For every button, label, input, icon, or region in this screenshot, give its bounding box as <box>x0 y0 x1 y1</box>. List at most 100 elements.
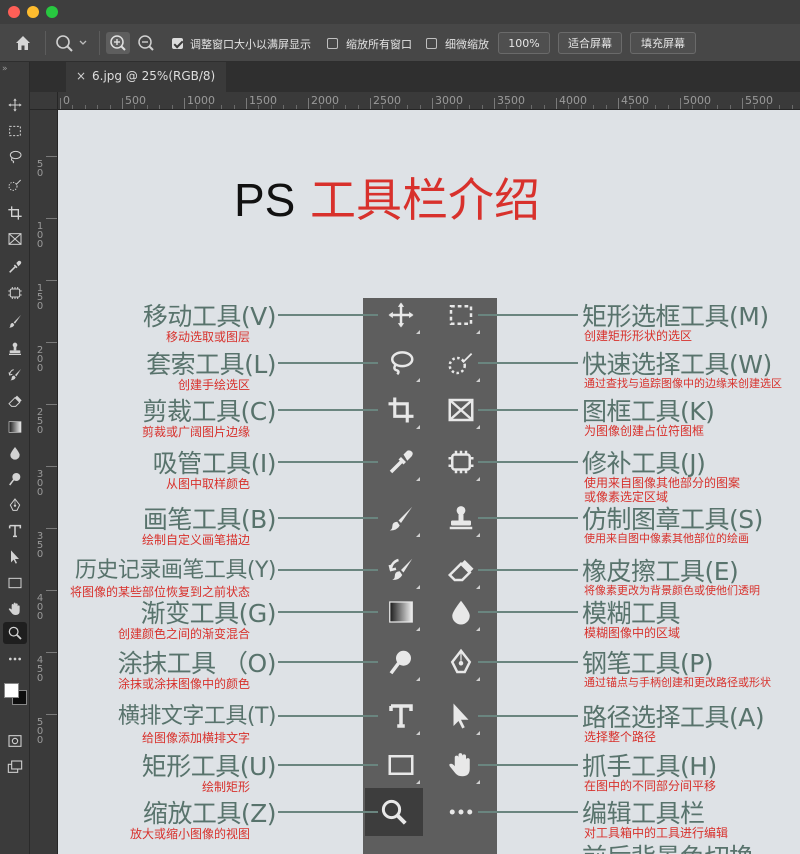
frame-icon[interactable] <box>3 228 27 250</box>
ruler-label: 3500 <box>497 94 525 107</box>
resize-windows-label: 调整窗口大小以满屏显示 <box>190 38 311 51</box>
rectangle-icon <box>381 745 421 785</box>
tool-desc-right: 通过锚点与手柄创建和更改路径或形状 <box>584 676 771 689</box>
connector-line <box>278 461 378 463</box>
quick-mask-icon[interactable] <box>3 730 27 752</box>
marquee-icon[interactable] <box>3 120 27 142</box>
crop-icon[interactable] <box>3 202 27 224</box>
ruler-label: 5 0 0 <box>36 717 44 746</box>
move-icon[interactable] <box>3 94 27 116</box>
pen-icon <box>441 642 481 682</box>
tool-desc-right: 在图中的不同部分间平移 <box>584 779 717 793</box>
resize-windows-checkbox[interactable] <box>172 38 183 49</box>
rectangle-icon[interactable] <box>3 572 27 594</box>
smudge-icon[interactable] <box>3 468 27 490</box>
frame-icon <box>441 390 481 430</box>
scrubby-zoom-checkbox[interactable] <box>426 38 437 49</box>
tool-desc-left: 创建手绘选区 <box>177 378 250 392</box>
zoom-all-checkbox[interactable] <box>327 38 338 49</box>
screen-mode-icon[interactable] <box>3 756 27 778</box>
stamp-icon[interactable] <box>3 338 27 360</box>
lasso-icon[interactable] <box>3 146 27 168</box>
tool-desc-right: 创建矩形形状的选区 <box>584 329 693 343</box>
ruler-tick <box>46 466 57 467</box>
ruler-label: 2 5 0 <box>36 407 44 436</box>
zoom-tool-preset-icon[interactable] <box>54 33 90 53</box>
document-tab-title: 6.jpg @ 25%(RGB/8) <box>92 69 216 83</box>
ruler-tick <box>680 98 681 109</box>
maximize-window-button[interactable] <box>46 6 58 18</box>
pen-icon[interactable] <box>3 494 27 516</box>
ruler-label: 4 0 0 <box>36 593 44 622</box>
tool-desc-left: 创建颜色之间的渐变混合 <box>117 627 250 641</box>
connector-line <box>278 569 378 571</box>
ruler-tick <box>46 590 57 591</box>
crop-icon <box>381 390 421 430</box>
options-bar: 调整窗口大小以满屏显示 缩放所有窗口 细微缩放 100% 适合屏幕 填充屏幕 <box>0 24 800 62</box>
ruler-tick <box>370 98 371 109</box>
type-icon <box>381 696 421 736</box>
type-icon[interactable] <box>3 520 27 542</box>
tool-desc-left: 放大或缩小图像的视图 <box>129 827 250 841</box>
color-swatches[interactable] <box>3 676 29 712</box>
tool-desc-right: 为图像创建占位符图框 <box>584 424 705 438</box>
marquee-icon <box>441 295 481 335</box>
zoom-value-field[interactable]: 100% <box>498 32 550 54</box>
home-icon[interactable] <box>14 34 32 52</box>
document-canvas[interactable]: PS 工具栏介绍 移动工具(V) 移动选取或图层 套索工具(L) 创建手绘选区 剪裁工具… <box>58 110 800 854</box>
ruler-label: 2000 <box>311 94 339 107</box>
patch-icon[interactable] <box>3 282 27 304</box>
ruler-tick <box>46 156 57 157</box>
ruler-tick <box>46 714 57 715</box>
path-select-icon[interactable] <box>3 546 27 568</box>
quick-select-icon <box>441 343 481 383</box>
zoom-icon[interactable] <box>3 622 27 644</box>
ruler-label: 4500 <box>621 94 649 107</box>
eraser-icon[interactable] <box>3 390 27 412</box>
tool-desc-right: 模糊图像中的区域 <box>584 626 681 640</box>
ruler-tick <box>46 652 57 653</box>
connector-line <box>478 811 578 813</box>
zoom-out-icon[interactable] <box>134 32 158 54</box>
ruler-tick <box>46 280 57 281</box>
collapse-chevron-icon[interactable]: » <box>2 64 8 74</box>
more-icon[interactable] <box>3 648 27 670</box>
connector-line <box>278 362 378 364</box>
hand-icon[interactable] <box>3 598 27 620</box>
gradient-icon[interactable] <box>3 416 27 438</box>
ruler-origin[interactable] <box>30 92 58 110</box>
toolbar-illustration <box>363 298 497 854</box>
document-tab[interactable]: × 6.jpg @ 25%(RGB/8) <box>66 62 226 92</box>
tool-desc-right: 通过查找与追踪图像中的边缘来创建选区 <box>584 377 782 390</box>
connector-line <box>478 764 578 766</box>
ruler-label: 3 0 0 <box>36 469 44 498</box>
ruler-label: 3000 <box>435 94 463 107</box>
tool-label-left: 历史记录画笔工具(Y) <box>74 558 277 583</box>
connector-line <box>478 611 578 613</box>
minimize-window-button[interactable] <box>27 6 39 18</box>
history-brush-icon[interactable] <box>3 364 27 386</box>
connector-line <box>478 362 578 364</box>
ruler-label: 1500 <box>249 94 277 107</box>
zoom-in-icon[interactable] <box>106 32 130 54</box>
blur-icon[interactable] <box>3 442 27 464</box>
connector-line <box>278 661 378 663</box>
ruler-label: 1 5 0 <box>36 283 44 312</box>
tool-desc-left: 给图像添加横排文字 <box>141 731 250 745</box>
ruler-label: 2 0 0 <box>36 345 44 374</box>
horizontal-ruler: 0 500 1000 1500 2000 2500 3000 3500 4000 4500 5000… <box>30 92 800 110</box>
close-window-button[interactable] <box>8 6 20 18</box>
close-tab-icon[interactable]: × <box>76 69 86 83</box>
fit-screen-button[interactable]: 适合屏幕 <box>558 32 622 54</box>
ruler-tick <box>46 528 57 529</box>
ruler-label: 5500 <box>745 94 773 107</box>
ruler-label: 2500 <box>373 94 401 107</box>
eyedropper-icon[interactable] <box>3 256 27 278</box>
connector-line <box>478 569 578 571</box>
tool-desc-right: 选择整个路径 <box>584 730 657 744</box>
vertical-ruler: 5 0 1 0 0 1 5 0 2 0 0 2 5 0 3 0 0 3 5 0 4 0 0 4 … <box>30 110 58 854</box>
brush-icon[interactable] <box>3 310 27 332</box>
quick-select-icon[interactable] <box>3 174 27 196</box>
fill-screen-button[interactable]: 填充屏幕 <box>630 32 696 54</box>
tool-desc-left: 涂抹或涂抹图像中的颜色 <box>117 677 250 691</box>
